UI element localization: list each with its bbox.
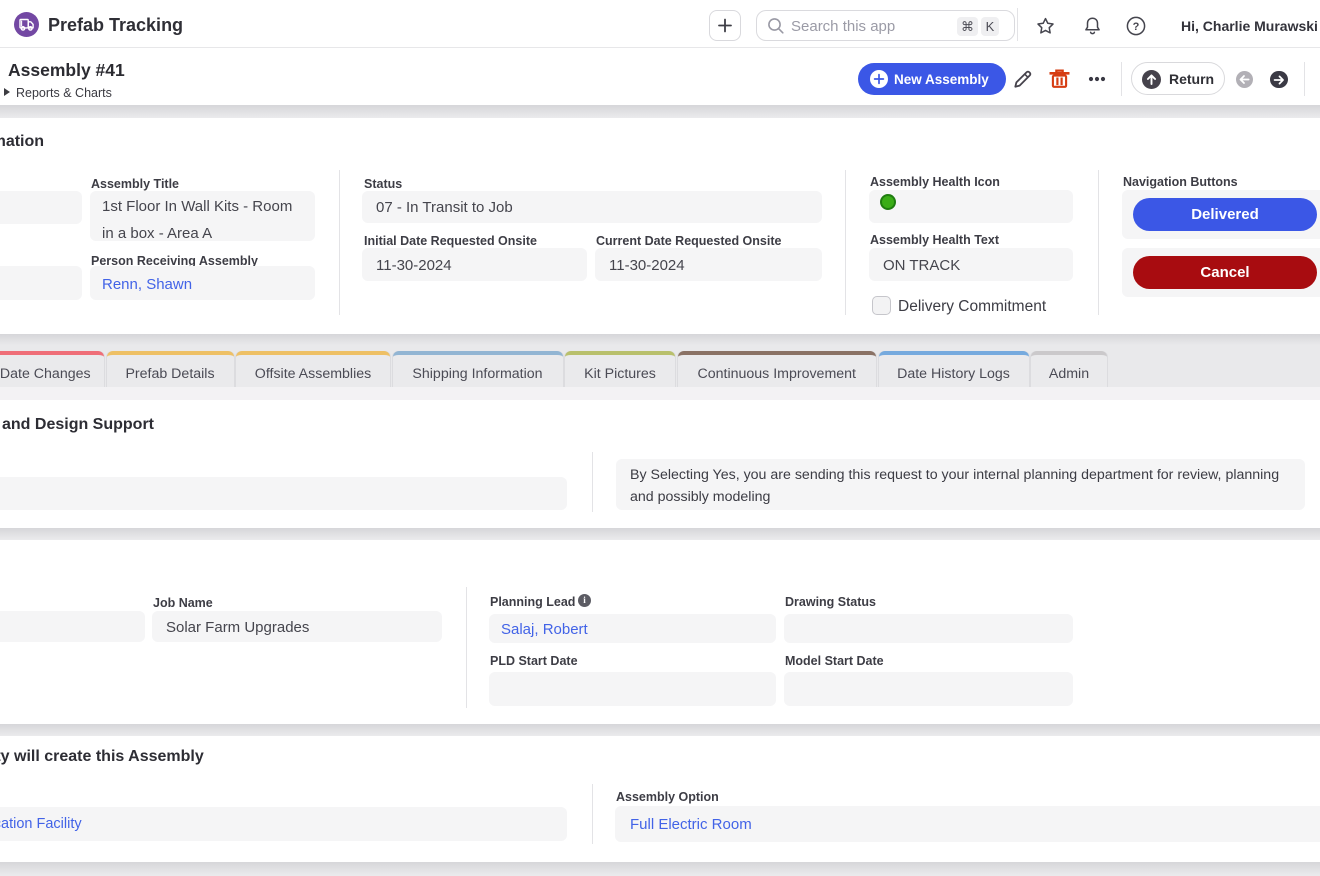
svg-text:?: ? xyxy=(1133,21,1140,33)
